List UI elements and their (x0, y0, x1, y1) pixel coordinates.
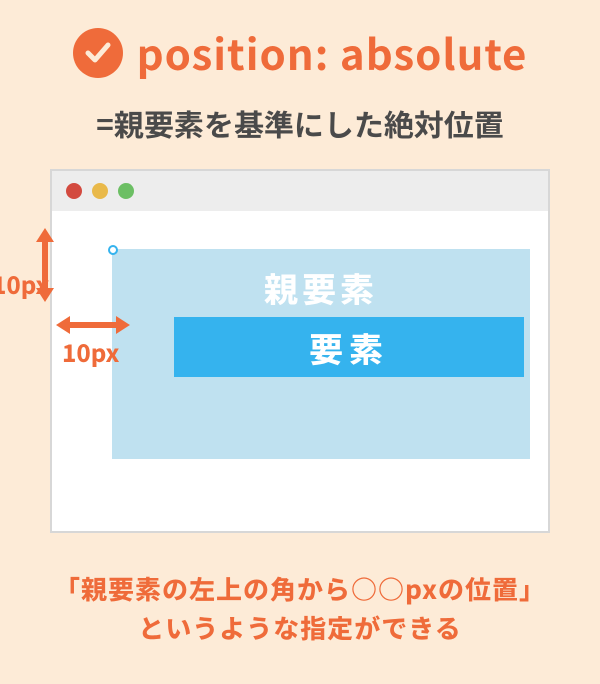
child-element-box: 要素 (174, 317, 524, 377)
browser-viewport: 親要素 要素 (52, 211, 548, 531)
vertical-offset-label: 10px (0, 266, 49, 301)
origin-anchor-icon (108, 245, 118, 255)
page-title: position: absolute (137, 22, 528, 83)
footer-line-1: 「親要素の左上の角から○○pxの位置」 (0, 569, 600, 608)
heading: position: absolute (0, 0, 600, 83)
browser-mock: 親要素 要素 (50, 169, 550, 533)
traffic-light-max-icon (118, 183, 134, 199)
browser-titlebar (52, 171, 548, 211)
check-icon (73, 28, 123, 78)
traffic-light-min-icon (92, 183, 108, 199)
footer-explanation: 「親要素の左上の角から○○pxの位置」 というような指定ができる (0, 569, 600, 647)
browser-window: 親要素 要素 (50, 169, 550, 533)
horizontal-offset-label: 10px (62, 334, 119, 369)
subtitle: =親要素を基準にした絶対位置 (0, 101, 600, 145)
traffic-light-close-icon (66, 183, 82, 199)
footer-line-2: というような指定ができる (0, 608, 600, 647)
child-element-label: 要素 (309, 323, 389, 372)
